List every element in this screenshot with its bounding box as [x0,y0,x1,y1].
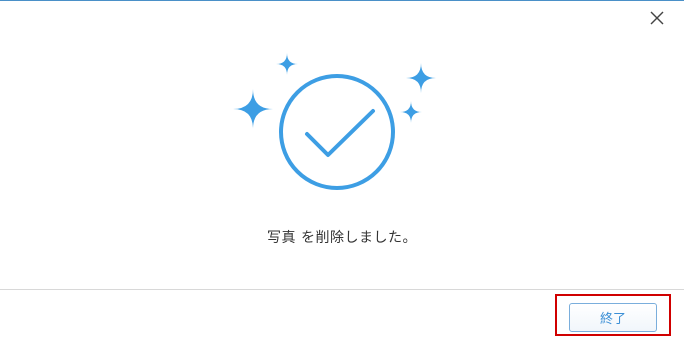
sparkle-icon [276,53,298,75]
finish-button[interactable]: 終了 [569,303,657,332]
sparkle-icon [400,101,422,123]
sparkle-icon [233,89,273,129]
success-illustration [233,53,436,190]
success-check-icon [279,74,395,190]
completion-dialog: 写真 を削除しました。 終了 [0,0,684,341]
status-message: 写真 を削除しました。 [267,230,417,246]
close-button[interactable] [646,7,668,29]
footer-divider [0,289,684,290]
close-icon [650,11,664,25]
sparkle-icon [406,63,436,93]
